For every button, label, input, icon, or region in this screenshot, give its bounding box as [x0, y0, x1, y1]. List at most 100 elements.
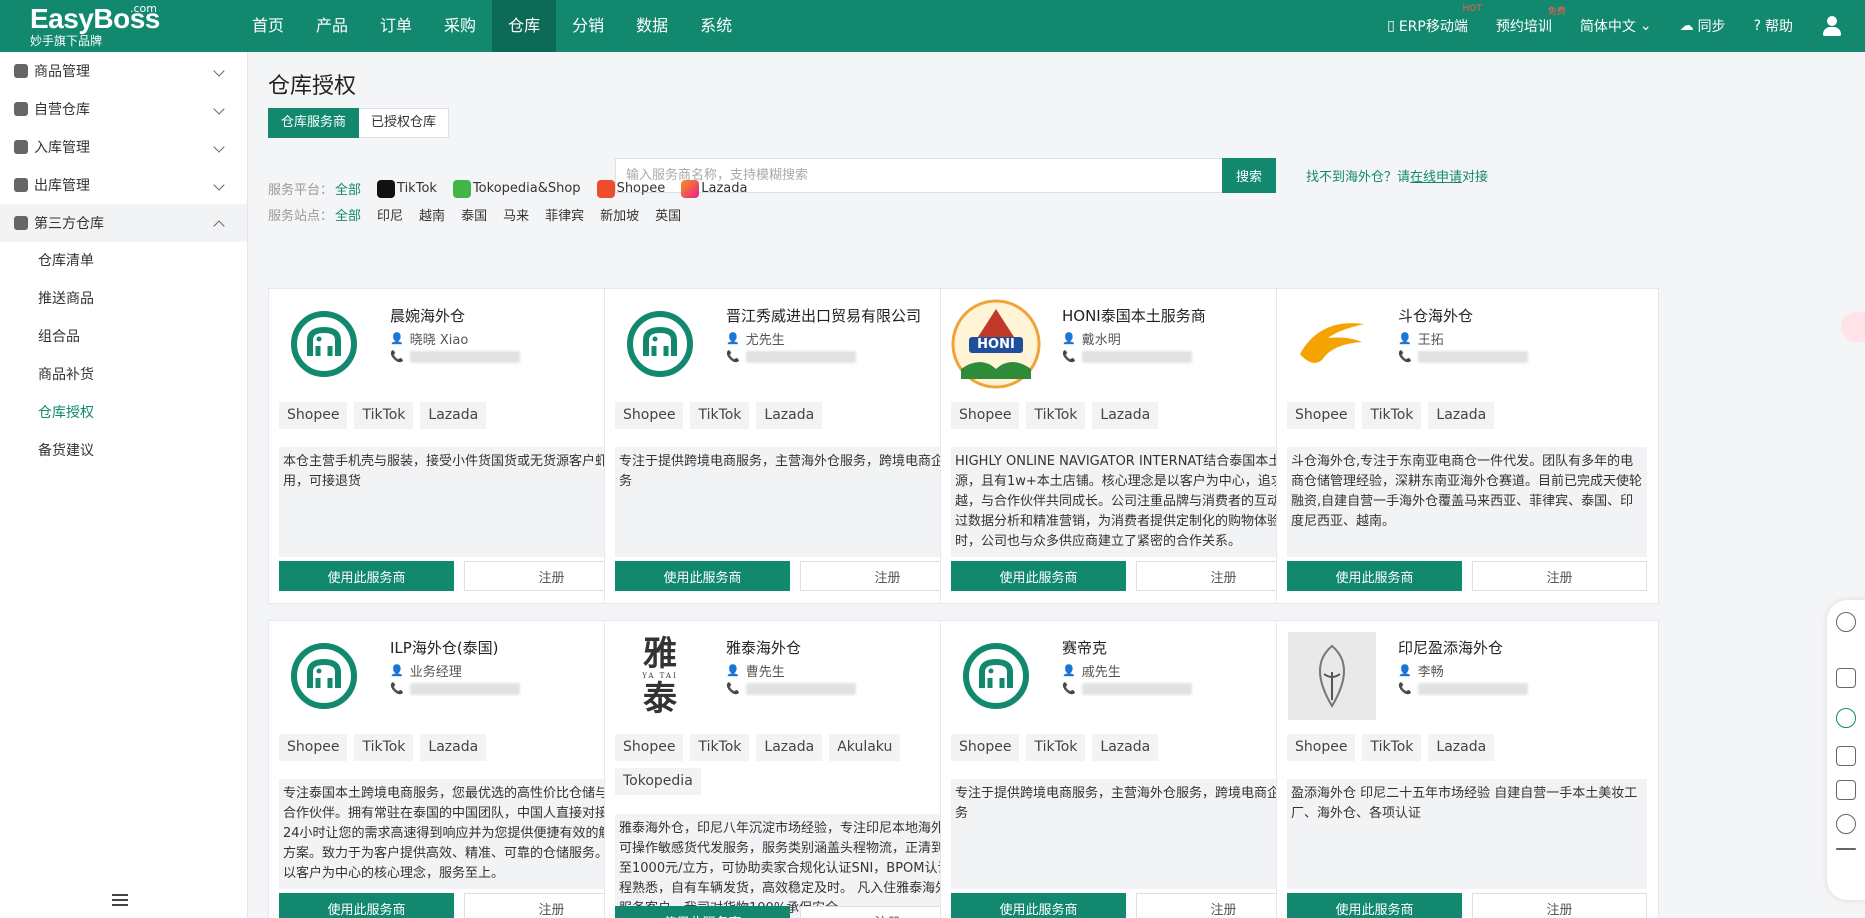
platform-tag: Shopee — [951, 402, 1020, 429]
provider-contact: 👤 戚先生 — [1062, 661, 1121, 680]
site-option-thailand[interactable]: 泰国 — [461, 205, 487, 224]
platform-tag: TikTok — [690, 402, 750, 429]
site-option-philippines[interactable]: 菲律宾 — [545, 205, 584, 224]
brand-logo[interactable]: EasyBoss .com 妙手旗下品牌 — [0, 0, 230, 52]
notes-icon[interactable] — [1836, 668, 1856, 688]
site-option-all[interactable]: 全部 — [335, 205, 361, 224]
chevron-down-icon — [213, 103, 225, 115]
sidebar: 商品管理 自营仓库 入库管理 出库管理 第三方仓库 仓库清单 推送商品 组合品 … — [0, 52, 248, 918]
phone-redacted — [1417, 350, 1528, 363]
site-option-singapore[interactable]: 新加坡 — [600, 205, 639, 224]
sidebar-item-replenish[interactable]: 商品补货 — [0, 356, 247, 394]
phone-icon: 📞 — [1398, 682, 1412, 695]
sidebar-item-bundles[interactable]: 组合品 — [0, 318, 247, 356]
side-ad-badge[interactable] — [1841, 312, 1865, 342]
platform-option-lazada[interactable]: Lazada — [681, 179, 747, 198]
nav-item-distribution[interactable]: 分销 — [556, 0, 620, 52]
use-provider-button[interactable]: 使用此服务商 — [279, 893, 454, 918]
platform-tag: Shopee — [279, 734, 348, 761]
sync-button[interactable]: ☁ 同步 — [1680, 16, 1726, 36]
platform-tag: TikTok — [354, 402, 414, 429]
provider-description: 专注于提供跨境电商服务，主营海外仓服务，跨境电商企业服务 — [615, 447, 975, 557]
site-option-malaysia[interactable]: 马来 — [503, 205, 529, 224]
platform-option-all[interactable]: 全部 — [335, 179, 361, 198]
sidebar-group-product[interactable]: 商品管理 — [0, 52, 247, 90]
platform-option-label: TikTok — [397, 181, 437, 196]
register-button[interactable]: 注册 — [1472, 893, 1647, 918]
nav-item-home[interactable]: 首页 — [236, 0, 300, 52]
erp-mobile-link[interactable]: ▯ ERP移动端 HOT — [1387, 4, 1482, 36]
nav-item-system[interactable]: 系统 — [684, 0, 748, 52]
tab-authorized-warehouses[interactable]: 已授权仓库 — [359, 108, 450, 138]
sidebar-item-warehouse-list[interactable]: 仓库清单 — [0, 242, 247, 280]
back-to-top-icon[interactable] — [1836, 848, 1856, 850]
platform-tag: TikTok — [1026, 734, 1086, 761]
sidebar-group-label: 第三方仓库 — [34, 216, 104, 232]
tokopedia-icon — [452, 179, 471, 198]
tab-bar: 仓库服务商 已授权仓库 — [268, 108, 450, 138]
register-button[interactable]: 注册 — [1472, 561, 1647, 591]
site-option-indonesia[interactable]: 印尼 — [377, 205, 403, 224]
topbar-right: ▯ ERP移动端 HOT 预约培训 免费 简体中文 ⌄ ☁ 同步 ? 帮助 — [1387, 0, 1865, 52]
collapse-menu-icon[interactable] — [112, 894, 128, 908]
use-provider-button[interactable]: 使用此服务商 — [951, 561, 1126, 591]
nav-item-purchase[interactable]: 采购 — [428, 0, 492, 52]
help-button[interactable]: ? 帮助 — [1754, 16, 1793, 36]
third-party-warehouse-icon — [14, 216, 28, 230]
provider-card: ILP海外仓(泰国) 👤 业务经理 📞 Shopee TikTok Lazada 专注泰国本土… — [268, 620, 651, 918]
phone-icon: 📞 — [726, 350, 740, 363]
platform-tag: Lazada — [1092, 402, 1159, 429]
platform-tags: Shopee TikTok Lazada — [951, 734, 1311, 761]
phone-icon: 📞 — [1062, 682, 1076, 695]
provider-card: 晨婉海外仓 👤 晓晓 Xiao 📞 Shopee TikTok Lazada 本仓主营手机壳与… — [268, 288, 651, 604]
sidebar-item-warehouse-auth[interactable]: 仓库授权 — [0, 394, 247, 432]
nav-item-warehouse[interactable]: 仓库 — [492, 0, 557, 52]
apply-online-link[interactable]: 在线申请 — [1410, 170, 1462, 185]
provider-contact: 👤 戴水明 — [1062, 329, 1121, 348]
provider-name: 斗仓海外仓 — [1398, 307, 1474, 325]
platform-option-tokopedia[interactable]: Tokopedia&Shop — [452, 179, 581, 198]
refresh-icon[interactable] — [1836, 814, 1856, 834]
use-provider-button[interactable]: 使用此服务商 — [1287, 893, 1462, 918]
question-icon[interactable] — [1836, 746, 1856, 766]
platform-option-tiktok[interactable]: TikTok — [377, 179, 437, 198]
nav-item-product[interactable]: 产品 — [300, 0, 364, 52]
nav-item-order[interactable]: 订单 — [364, 0, 428, 52]
sidebar-group-label: 自营仓库 — [34, 102, 90, 118]
site-option-vietnam[interactable]: 越南 — [419, 205, 445, 224]
platform-tag: Shopee — [279, 402, 348, 429]
platform-tag: TikTok — [1026, 402, 1086, 429]
sidebar-group-own-warehouse[interactable]: 自营仓库 — [0, 90, 247, 128]
chat-icon[interactable] — [1836, 780, 1856, 800]
use-provider-button[interactable]: 使用此服务商 — [279, 561, 454, 591]
platform-option-shopee[interactable]: Shopee — [596, 179, 665, 198]
site-option-uk[interactable]: 英国 — [655, 205, 681, 224]
support-avatar-icon[interactable] — [1836, 708, 1856, 728]
brand-tagline: 妙手旗下品牌 — [30, 34, 103, 48]
sidebar-group-label: 出库管理 — [34, 178, 90, 194]
use-provider-button[interactable]: 使用此服务商 — [951, 893, 1126, 918]
phone-icon: 📞 — [390, 682, 404, 695]
use-provider-button[interactable]: 使用此服务商 — [615, 561, 790, 591]
tab-service-providers[interactable]: 仓库服务商 — [268, 108, 360, 138]
provider-description: 本仓主营手机壳与服装，接受小件货国货或无货源客户虾皮备用，可接退货 — [279, 447, 639, 557]
user-avatar-icon[interactable] — [1821, 15, 1843, 37]
sidebar-group-third-party[interactable]: 第三方仓库 — [0, 204, 247, 242]
use-provider-button[interactable]: 使用此服务商 — [1287, 561, 1462, 591]
platform-tag: Shopee — [1287, 402, 1356, 429]
sidebar-item-stock-advice[interactable]: 备货建议 — [0, 432, 247, 470]
platform-tags: Shopee TikTok Lazada — [279, 734, 639, 761]
help-label: 帮助 — [1765, 19, 1793, 35]
sidebar-group-inbound[interactable]: 入库管理 — [0, 128, 247, 166]
provider-phone: 📞 — [1398, 682, 1528, 695]
person-icon: 👤 — [390, 664, 404, 677]
sidebar-item-push-products[interactable]: 推送商品 — [0, 280, 247, 318]
use-provider-button[interactable]: 使用此服务商 — [615, 906, 790, 918]
language-select[interactable]: 简体中文 ⌄ — [1580, 16, 1652, 36]
nav-item-data[interactable]: 数据 — [620, 0, 684, 52]
bot-icon[interactable] — [1836, 612, 1856, 632]
provider-logo — [279, 631, 369, 721]
sidebar-group-outbound[interactable]: 出库管理 — [0, 166, 247, 204]
training-link[interactable]: 预约培训 免费 — [1496, 7, 1566, 36]
search-button[interactable]: 搜索 — [1222, 158, 1276, 193]
